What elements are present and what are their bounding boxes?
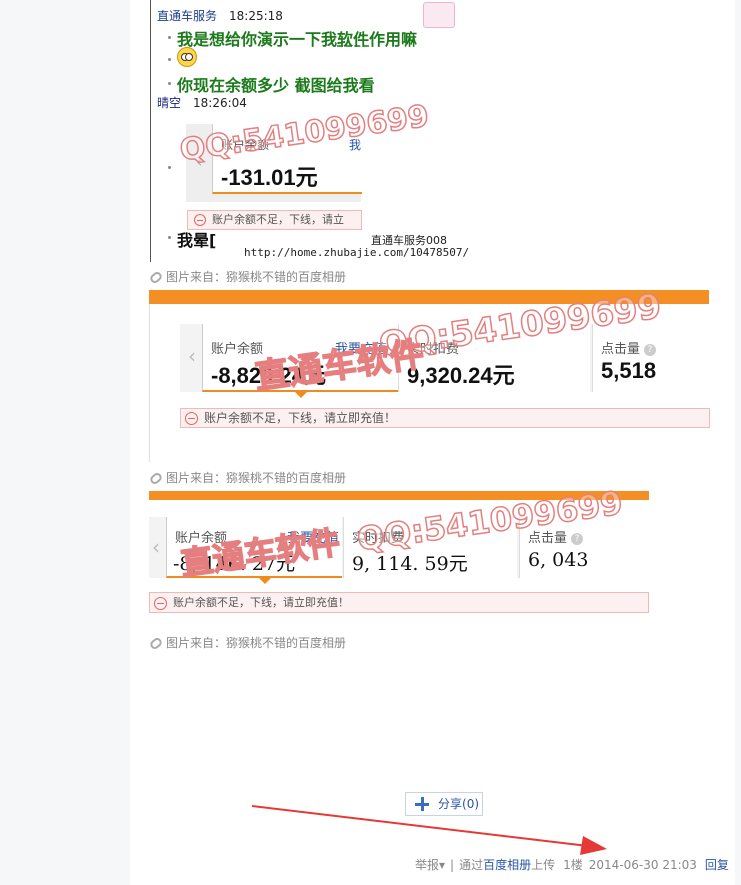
arrow-head: [580, 836, 607, 855]
reply-link[interactable]: 回复: [705, 858, 729, 872]
report-dropdown[interactable]: 举报▾: [415, 858, 445, 872]
caret-down-icon: ▾: [439, 858, 446, 872]
post-footer: 举报▾ | 通过百度相册上传 1楼 2014-06-30 21:03 回复: [415, 856, 729, 873]
arrow-shaft: [251, 805, 589, 847]
post-datetime: 2014-06-30 21:03: [588, 858, 697, 872]
floor-number: 1楼: [563, 858, 583, 872]
separator: |: [450, 858, 455, 872]
album-link[interactable]: 百度相册: [483, 858, 531, 872]
red-arrow-annotation: [251, 805, 607, 855]
via-prefix: 通过: [459, 858, 484, 872]
report-label: 举报: [415, 858, 440, 872]
via-suffix: 上传: [531, 858, 556, 872]
